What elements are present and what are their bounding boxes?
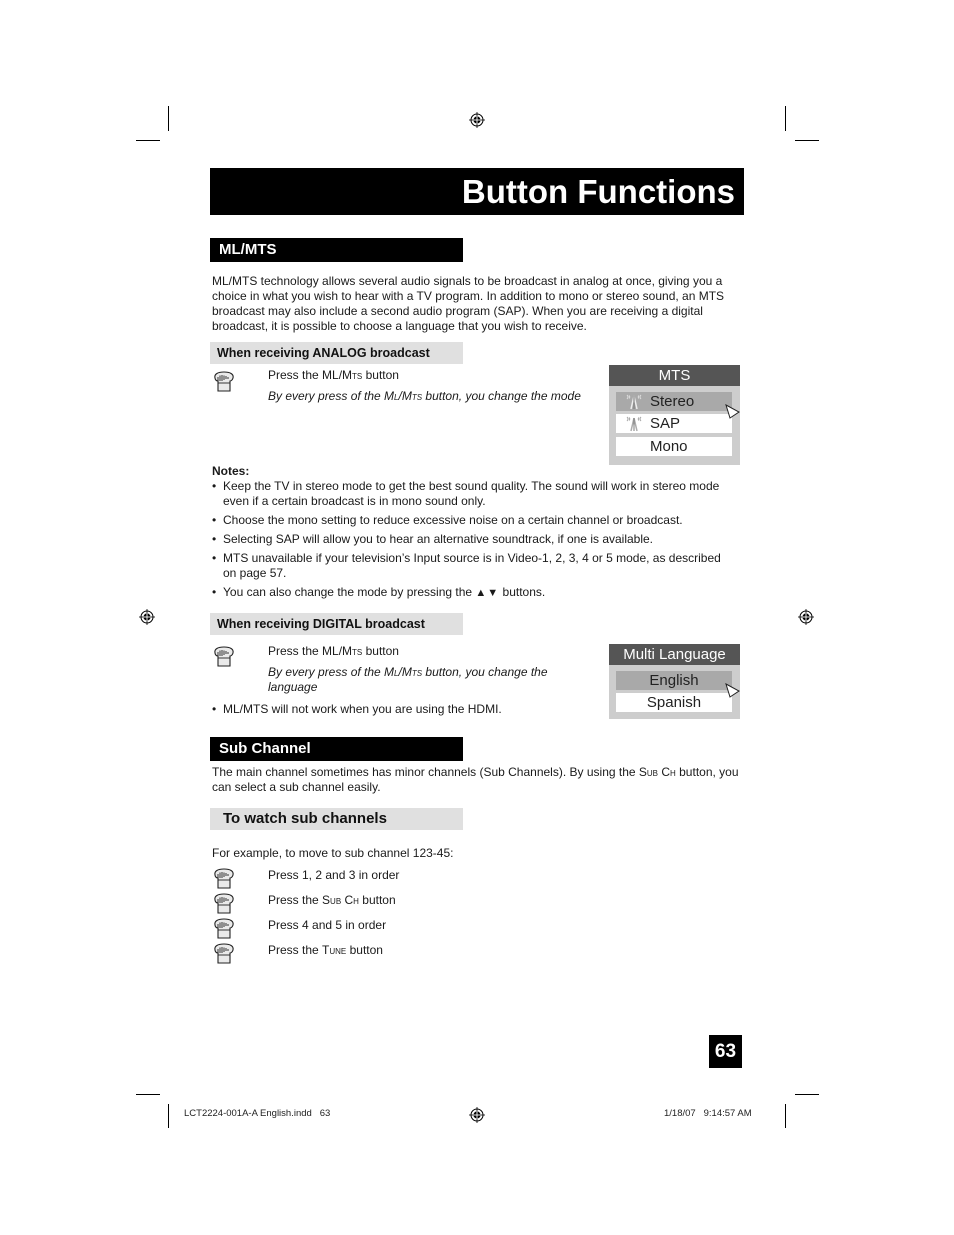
analog-step-description: By every press of the Ml/Mts button, you… xyxy=(268,389,608,404)
pointing-hand-icon xyxy=(212,369,236,393)
subchannel-example: For example, to move to sub channel 123-… xyxy=(212,846,454,860)
subchannel-step: Press the Tune button xyxy=(268,943,383,958)
option-label: English xyxy=(649,672,699,689)
pointing-hand-icon xyxy=(212,941,236,965)
antenna-icon xyxy=(625,393,643,410)
page-number: 63 xyxy=(709,1035,742,1068)
subheading-digital: When receiving DIGITAL broadcast xyxy=(210,613,463,635)
desc-text-smallcaps: ts xyxy=(411,665,423,679)
notes-list: Keep the TV in stereo mode to get the be… xyxy=(211,479,731,605)
step-text-smallcaps: Sub Ch xyxy=(322,893,359,907)
step-text: Press 1, 2 and 3 in order xyxy=(268,868,400,882)
mts-menu-title: MTS xyxy=(609,365,740,386)
note-item: MTS unavailable if your television’s Inp… xyxy=(211,551,731,581)
step-text: button xyxy=(362,368,399,382)
registration-mark-icon xyxy=(139,609,155,625)
step-text: Press the ML/M xyxy=(268,644,353,658)
desc-text-smallcaps: ts xyxy=(411,389,423,403)
antenna-icon xyxy=(625,415,643,432)
pointing-hand-icon xyxy=(212,891,236,915)
slug-filename: LCT2224-001A-A English.indd 63 xyxy=(184,1108,331,1119)
language-menu-title: Multi Language xyxy=(609,644,740,665)
step-text: button xyxy=(362,644,399,658)
crop-mark xyxy=(136,1094,160,1095)
note-item: ML/MTS will not work when you are using … xyxy=(211,702,591,717)
cursor-arrow-icon xyxy=(725,683,741,699)
subchannel-step: Press the Sub Ch button xyxy=(268,893,396,908)
desc-text: By every press of the M xyxy=(268,665,395,679)
page-title: Button Functions xyxy=(461,172,735,210)
multi-language-osd-menu: Multi Language English Spanish xyxy=(609,644,740,719)
registration-mark-icon xyxy=(469,112,485,128)
step-text: Press the xyxy=(268,943,323,957)
step-text-smallcaps: ts xyxy=(352,368,363,382)
option-label: Stereo xyxy=(650,393,695,410)
mts-option-sap[interactable]: SAP xyxy=(616,414,732,433)
pointing-hand-icon xyxy=(212,866,236,890)
desc-text: button, you change the mode xyxy=(422,389,581,403)
crop-mark xyxy=(795,1094,819,1095)
step-text: Press the ML/M xyxy=(268,368,353,382)
crop-mark xyxy=(168,1104,169,1128)
subchannel-intro: The main channel sometimes has minor cha… xyxy=(212,765,742,795)
crop-mark xyxy=(795,140,819,141)
registration-mark-icon xyxy=(469,1107,485,1123)
step-text: Press the xyxy=(268,893,323,907)
step-text-smallcaps: Tune xyxy=(322,943,347,957)
subheading-analog: When receiving ANALOG broadcast xyxy=(210,342,463,364)
slug-datetime: 1/18/07 9:14:57 AM xyxy=(664,1108,752,1119)
option-label: Spanish xyxy=(646,694,702,711)
step-text: button xyxy=(346,943,383,957)
section-heading-mlmts: ML/MTS xyxy=(210,238,463,262)
mts-option-mono[interactable]: Mono xyxy=(616,437,732,456)
note-text: You can also change the mode by pressing… xyxy=(223,585,476,599)
desc-text: /M xyxy=(398,665,412,679)
option-label: SAP xyxy=(650,415,681,432)
digital-step-description: By every press of the Ml/Mts button, you… xyxy=(268,665,578,695)
language-option-english[interactable]: English xyxy=(616,671,732,690)
step-text: button xyxy=(358,893,396,907)
pointing-hand-icon xyxy=(212,916,236,940)
note-item: You can also change the mode by pressing… xyxy=(211,585,731,601)
subheading-watch-sub-channels: To watch sub channels xyxy=(210,808,463,830)
crop-mark xyxy=(168,106,169,131)
crop-mark xyxy=(136,140,160,141)
note-item: Selecting SAP will allow you to hear an … xyxy=(211,532,731,547)
cursor-arrow-icon xyxy=(725,404,741,420)
notes-title: Notes: xyxy=(212,464,250,478)
digital-step: Press the ML/Mts button xyxy=(268,644,399,659)
note-item: Choose the mono setting to reduce excess… xyxy=(211,513,731,528)
mlmts-intro: ML/MTS technology allows several audio s… xyxy=(212,274,725,333)
desc-text: /M xyxy=(398,389,412,403)
mts-option-stereo[interactable]: Stereo xyxy=(616,392,732,411)
step-text: Press 4 and 5 in order xyxy=(268,918,387,932)
mts-osd-menu: MTS Stereo SAP Mono xyxy=(609,365,740,465)
desc-text: By every press of the M xyxy=(268,389,395,403)
page-title-bar: Button Functions xyxy=(210,168,744,215)
intro-text-smallcaps: Sub Ch xyxy=(638,765,676,779)
pointing-hand-icon xyxy=(212,644,236,668)
intro-text: The main channel sometimes has minor cha… xyxy=(212,765,639,779)
language-option-spanish[interactable]: Spanish xyxy=(616,693,732,712)
digital-notes-list: ML/MTS will not work when you are using … xyxy=(211,702,591,721)
crop-mark xyxy=(785,106,786,131)
registration-mark-icon xyxy=(798,609,814,625)
subchannel-step: Press 4 and 5 in order xyxy=(268,918,386,933)
note-text: buttons. xyxy=(499,585,546,599)
option-label: Mono xyxy=(650,438,688,455)
note-item: Keep the TV in stereo mode to get the be… xyxy=(211,479,731,509)
section-heading-subchannel: Sub Channel xyxy=(210,737,463,761)
step-text-smallcaps: ts xyxy=(352,644,363,658)
analog-step: Press the ML/Mts button xyxy=(268,368,399,383)
crop-mark xyxy=(785,1104,786,1128)
up-down-arrows-icon: ▲▼ xyxy=(475,587,500,599)
subchannel-step: Press 1, 2 and 3 in order xyxy=(268,868,399,883)
